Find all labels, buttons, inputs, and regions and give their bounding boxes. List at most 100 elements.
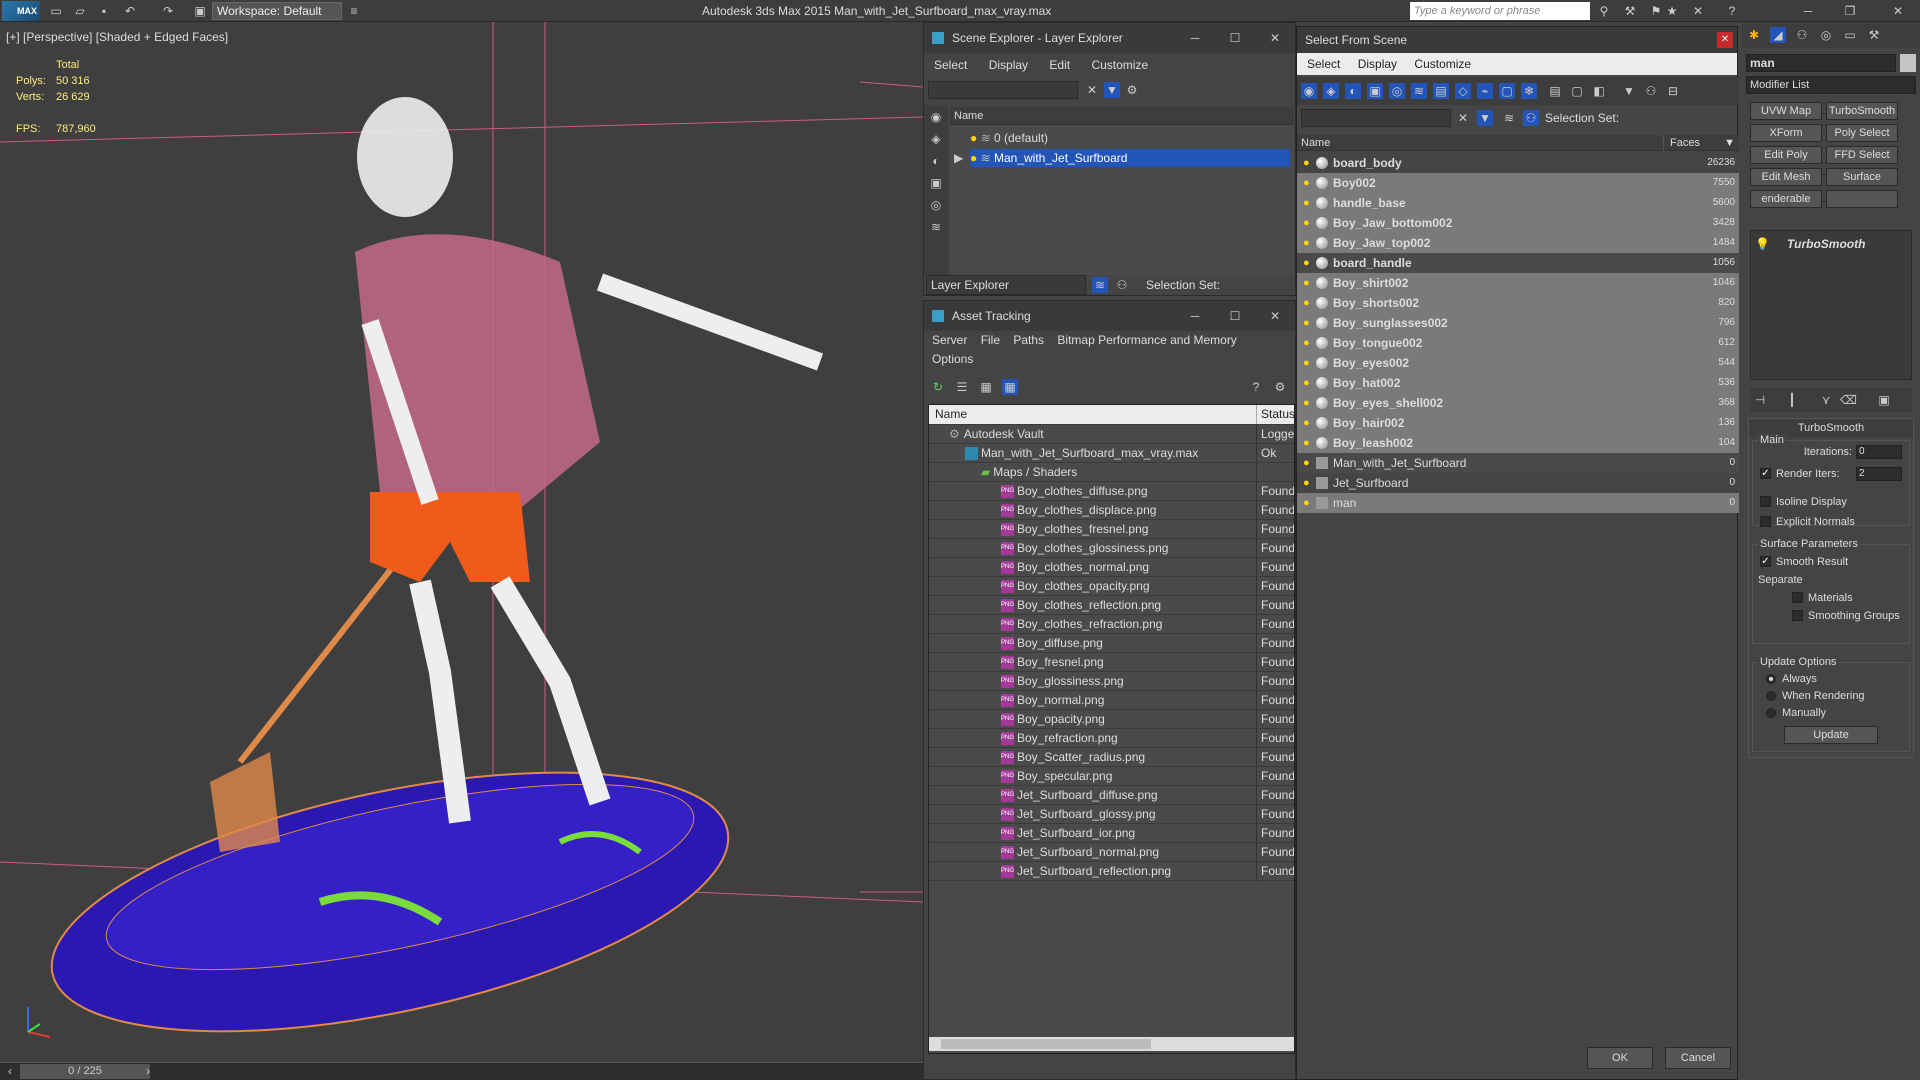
project-folder-icon[interactable]: ▣ (192, 3, 208, 19)
app-logo[interactable]: MAX (2, 1, 40, 21)
asset-row[interactable]: Man_with_Jet_Surfboard_max_vray.max Ok (929, 444, 1294, 463)
object-row[interactable]: ● Boy_hat002 536 (1297, 373, 1739, 393)
render-iters-spinner[interactable]: 2 (1856, 467, 1902, 481)
display-helpers-icon[interactable]: ◎ (1389, 83, 1405, 99)
object-row[interactable]: ● Boy_hair002 136 (1297, 413, 1739, 433)
menu-options[interactable]: Options (932, 352, 973, 366)
binoculars-icon[interactable]: ⚲ (1596, 3, 1612, 19)
bulb-icon[interactable]: ● (1303, 376, 1313, 390)
workspace-dropdown[interactable]: Workspace: Default (212, 2, 342, 20)
asset-row[interactable]: PNG Boy_clothes_opacity.png Found (929, 577, 1294, 596)
settings-icon[interactable]: ⚙ (1272, 379, 1288, 395)
exchange-icon[interactable]: ✕ (1690, 3, 1706, 19)
asset-row[interactable]: PNG Boy_clothes_glossiness.png Found (929, 539, 1294, 558)
asset-row[interactable]: PNG Jet_Surfboard_ior.png Found (929, 824, 1294, 843)
hierarchy-mode-icon[interactable]: ⚇ (1523, 110, 1539, 126)
stack-item[interactable]: 💡 TurboSmooth (1751, 235, 1911, 253)
bulb-icon[interactable]: ● (1303, 296, 1313, 310)
display-lights-icon[interactable]: ◐ (928, 153, 944, 169)
bulb-icon[interactable]: ● (1303, 316, 1313, 330)
object-row[interactable]: ● Boy_eyes_shell002 368 (1297, 393, 1739, 413)
object-row[interactable]: ● Boy_shirt002 1046 (1297, 273, 1739, 293)
column-header-name[interactable]: Name (950, 107, 1294, 125)
bulb-icon[interactable]: ● (1303, 336, 1313, 350)
asset-row[interactable]: PNG Boy_refraction.png Found (929, 729, 1294, 748)
display-bones-icon[interactable]: ⌁ (1477, 83, 1493, 99)
bulb-icon[interactable]: ● (1303, 216, 1313, 230)
table-view-icon[interactable]: ▦ (1002, 379, 1018, 395)
close-icon[interactable]: ✕ (1890, 3, 1906, 19)
display-frozen-icon[interactable]: ❄ (1521, 83, 1537, 99)
bulb-icon[interactable]: ● (1303, 276, 1313, 290)
bulb-icon[interactable]: ● (1303, 496, 1313, 510)
asset-row[interactable]: PNG Boy_clothes_reflection.png Found (929, 596, 1294, 615)
display-geometry-icon[interactable]: ◉ (928, 109, 944, 125)
ok-button[interactable]: OK (1587, 1047, 1653, 1069)
refresh-icon[interactable]: ↻ (930, 379, 946, 395)
display-helpers-icon[interactable]: ◎ (928, 197, 944, 213)
modify-tab-icon[interactable]: ◢ (1770, 27, 1786, 43)
display-cameras-icon[interactable]: ▣ (928, 175, 944, 191)
frame-counter[interactable]: 0 / 225 (20, 1064, 150, 1079)
menu-select[interactable]: Select (1307, 57, 1340, 71)
col-header-status[interactable]: Status (1256, 405, 1294, 424)
object-row[interactable]: ● Boy_Jaw_bottom002 3428 (1297, 213, 1739, 233)
menu-customize[interactable]: Customize (1091, 58, 1148, 72)
empty-modifier-button[interactable] (1826, 190, 1898, 208)
menu-file[interactable]: File (981, 333, 1000, 347)
object-row[interactable]: ● board_body 26236 (1297, 153, 1739, 173)
perspective-viewport[interactable]: [+] [Perspective] [Shaded + Edged Faces]… (0, 22, 923, 1062)
clear-icon[interactable]: ✕ (1455, 110, 1471, 126)
object-row[interactable]: ● Boy_eyes002 544 (1297, 353, 1739, 373)
layer-tools-icon[interactable]: ≋ (1501, 110, 1517, 126)
bulb-icon[interactable]: ● (1303, 236, 1313, 250)
bulb-icon[interactable]: ● (1303, 196, 1313, 210)
object-row[interactable]: ● Boy_sunglasses002 796 (1297, 313, 1739, 333)
update-button[interactable]: Update (1784, 726, 1878, 744)
close-icon[interactable]: ✕ (1255, 23, 1295, 53)
asset-row[interactable]: PNG Boy_Scatter_radius.png Found (929, 748, 1294, 767)
maximize-icon[interactable]: ❐ (1842, 3, 1858, 19)
bulb-icon[interactable]: ● (1303, 416, 1313, 430)
object-name-field[interactable]: man (1746, 54, 1896, 72)
renderable-spline-button[interactable]: enderable Splin (1750, 190, 1822, 208)
menu-server[interactable]: Server (932, 333, 967, 347)
pin-stack-icon[interactable]: ⊣ (1752, 392, 1768, 408)
clear-icon[interactable]: ✕ (1084, 82, 1100, 98)
bulb-icon[interactable]: ● (1303, 456, 1313, 470)
asset-row[interactable]: PNG Boy_clothes_normal.png Found (929, 558, 1294, 577)
asset-row[interactable]: ▰ Maps / Shaders (929, 463, 1294, 482)
display-containers-icon[interactable]: ▢ (1499, 83, 1515, 99)
menu-customize[interactable]: Customize (1414, 57, 1471, 71)
menu-paths[interactable]: Paths (1013, 333, 1044, 347)
time-slider[interactable]: ‹ 0 / 225 › (0, 1062, 923, 1080)
expand-arrow-icon[interactable]: ▶ (954, 149, 963, 167)
asset-row[interactable]: PNG Boy_opacity.png Found (929, 710, 1294, 729)
bulb-icon[interactable]: 💡 (1755, 237, 1770, 251)
bulb-icon[interactable]: ● (1303, 436, 1313, 450)
uvw-map-button[interactable]: UVW Map (1750, 102, 1822, 120)
filter-icon[interactable]: ▼ (1477, 110, 1493, 126)
display-tab-icon[interactable]: ▭ (1842, 27, 1858, 43)
ffd-select-button[interactable]: FFD Select (1826, 146, 1898, 164)
modifier-list-dropdown[interactable]: Modifier List (1746, 76, 1916, 94)
display-xrefs-icon[interactable]: ◇ (1455, 83, 1471, 99)
asset-row[interactable]: PNG Boy_fresnel.png Found (929, 653, 1294, 672)
display-geometry-icon[interactable]: ◉ (1301, 83, 1317, 99)
make-unique-icon[interactable]: ⋎ (1818, 392, 1834, 408)
layer-tools-icon[interactable]: ⚙ (1124, 82, 1140, 98)
display-none-icon[interactable]: ▢ (1569, 83, 1585, 99)
create-tab-icon[interactable]: ✱ (1746, 27, 1762, 43)
materials-checkbox[interactable] (1792, 592, 1803, 603)
collapse-icon[interactable]: ⊟ (1665, 83, 1681, 99)
smoothing-groups-checkbox[interactable] (1792, 610, 1803, 621)
bulb-icon[interactable]: ● (1303, 256, 1313, 270)
subscription-icon[interactable]: ⚒ (1622, 3, 1638, 19)
col-header-faces[interactable]: Faces (1663, 135, 1700, 151)
edit-poly-button[interactable]: Edit Poly (1750, 146, 1822, 164)
next-frame-icon[interactable]: › (140, 1063, 156, 1079)
hierarchy-icon[interactable]: ⚇ (1643, 83, 1659, 99)
utilities-tab-icon[interactable]: ⚒ (1866, 27, 1882, 43)
help-icon[interactable]: ? (1724, 3, 1740, 19)
object-row[interactable]: ● Boy_shorts002 820 (1297, 293, 1739, 313)
